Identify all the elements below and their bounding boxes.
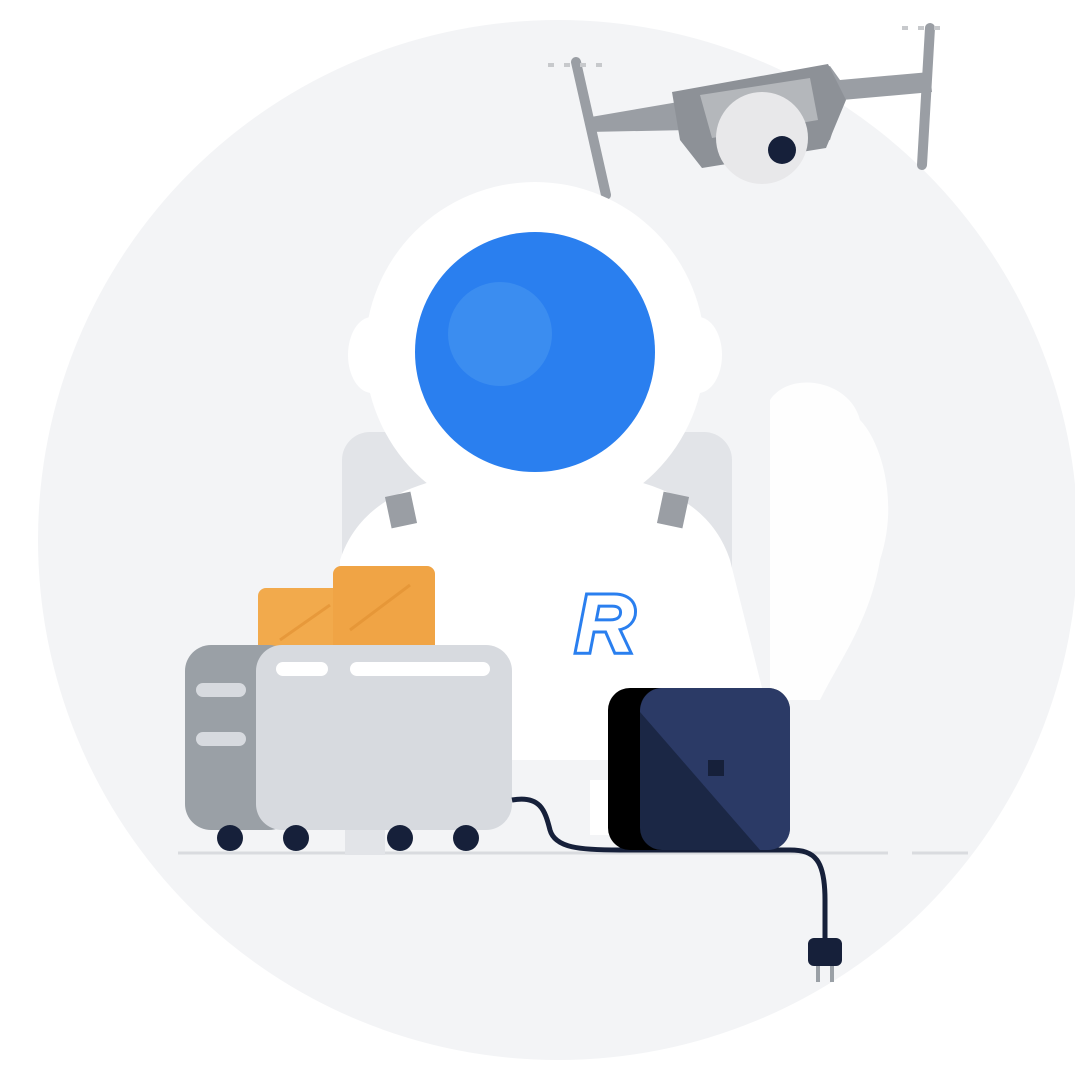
revolut-logo-icon: R [575, 579, 634, 670]
smart-device-icon [608, 688, 790, 850]
illustration-canvas: R [38, 20, 1075, 1060]
